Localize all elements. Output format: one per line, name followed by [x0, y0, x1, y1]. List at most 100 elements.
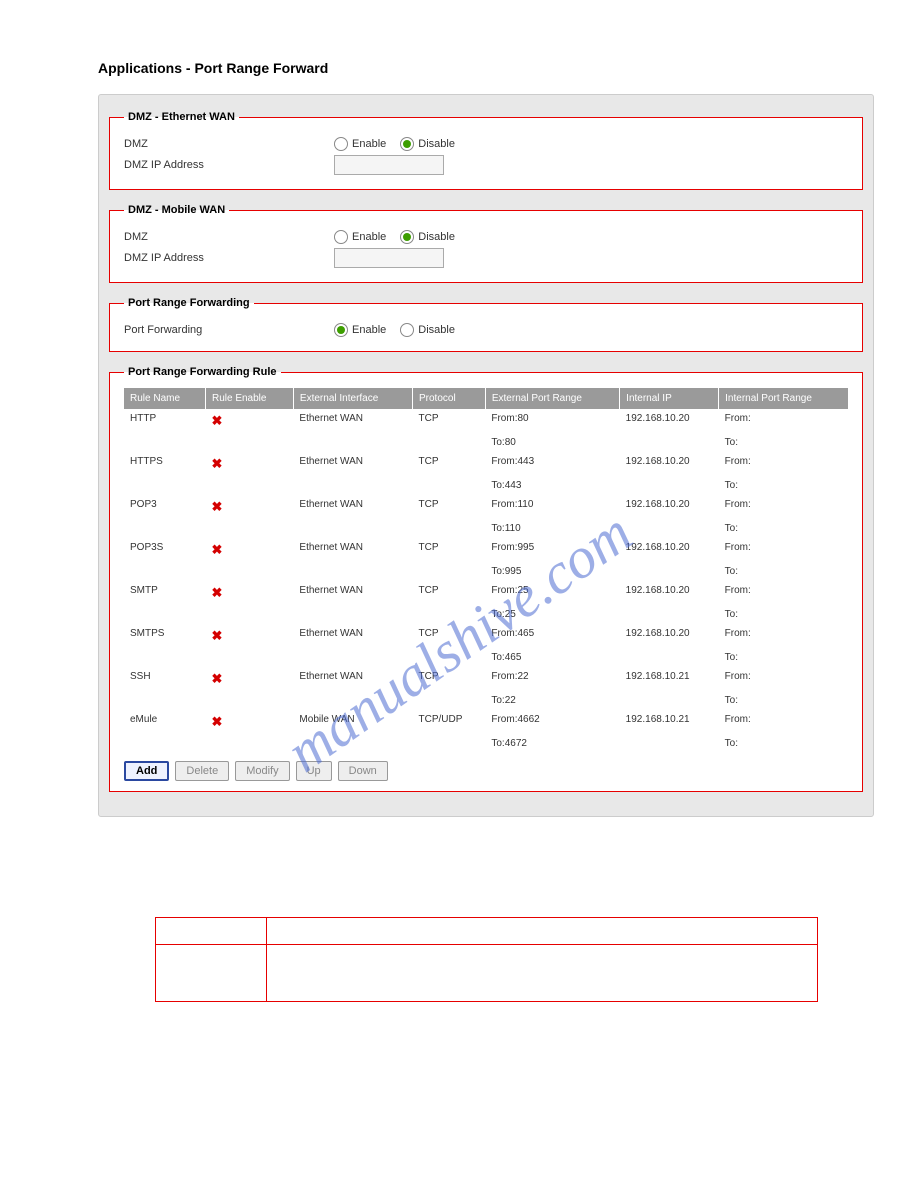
- dmz-mob-disable-radio[interactable]: Disable: [400, 230, 455, 244]
- cell-int-from: From:: [719, 667, 848, 691]
- col-rule-name: Rule Name: [124, 388, 205, 409]
- fieldset-dmz-ethernet: DMZ - Ethernet WAN DMZ Enable Disable DM…: [109, 111, 863, 190]
- pfw-disable-radio[interactable]: Disable: [400, 323, 455, 337]
- cell-internal-ip: 192.168.10.21: [620, 710, 719, 734]
- modify-button[interactable]: Modify: [235, 761, 289, 781]
- dmz-mob-enable-radio[interactable]: Enable: [334, 230, 386, 244]
- cell-internal-ip: 192.168.10.20: [620, 409, 719, 433]
- radio-icon: [334, 323, 348, 337]
- table-row-sub: To:995To:: [124, 562, 848, 581]
- cross-icon: ✖: [211, 585, 222, 600]
- cell-iface: Mobile WAN: [293, 710, 412, 734]
- down-button[interactable]: Down: [338, 761, 388, 781]
- cell-internal-ip: 192.168.10.20: [620, 581, 719, 605]
- cell-ext-from: From:110: [485, 495, 619, 519]
- dmz-mob-ip-label: DMZ IP Address: [124, 252, 334, 264]
- settings-panel: DMZ - Ethernet WAN DMZ Enable Disable DM…: [98, 94, 874, 817]
- up-button[interactable]: Up: [296, 761, 332, 781]
- table-row-sub: To:110To:: [124, 519, 848, 538]
- cell-rule-enable: ✖: [205, 710, 293, 734]
- cell-rule-name: SMTPS: [124, 624, 205, 648]
- cell-iface: Ethernet WAN: [293, 452, 412, 476]
- cell-int-to: To:: [719, 605, 848, 624]
- table-row[interactable]: SMTP ✖ Ethernet WANTCPFrom:25192.168.10.20…: [124, 581, 848, 605]
- rules-table: Rule Name Rule Enable External Interface…: [124, 388, 848, 753]
- cell-int-from: From:: [719, 624, 848, 648]
- cell-ext-to: To:4672: [485, 734, 619, 753]
- cross-icon: ✖: [211, 714, 222, 729]
- cell-ext-from: From:22: [485, 667, 619, 691]
- radio-label: Enable: [352, 231, 386, 243]
- cross-icon: ✖: [211, 542, 222, 557]
- cell-rule-name: SSH: [124, 667, 205, 691]
- cross-icon: ✖: [211, 628, 222, 643]
- radio-label: Enable: [352, 138, 386, 150]
- cross-icon: ✖: [211, 671, 222, 686]
- cell-int-to: To:: [719, 734, 848, 753]
- radio-icon: [400, 323, 414, 337]
- pfw-enable-radio[interactable]: Enable: [334, 323, 386, 337]
- cell-internal-ip: 192.168.10.20: [620, 624, 719, 648]
- cell-internal-ip: 192.168.10.20: [620, 538, 719, 562]
- col-iface: External Interface: [293, 388, 412, 409]
- delete-button[interactable]: Delete: [175, 761, 229, 781]
- table-row[interactable]: SMTPS✖Ethernet WANTCPFrom:465192.168.10.…: [124, 624, 848, 648]
- cell-int-from: From:: [719, 452, 848, 476]
- cell-iface: Ethernet WAN: [293, 581, 412, 605]
- cell-rule-enable: ✖: [205, 409, 293, 433]
- cell-int-to: To:: [719, 519, 848, 538]
- cell-protocol: TCP: [413, 538, 486, 562]
- cell-ext-from: From:443: [485, 452, 619, 476]
- cell-ext-to: To:22: [485, 691, 619, 710]
- cell-rule-name: eMule: [124, 710, 205, 734]
- add-button[interactable]: Add: [124, 761, 169, 781]
- table-row[interactable]: HTTP✖Ethernet WANTCPFrom:80192.168.10.20…: [124, 409, 848, 433]
- dmz-mob-label: DMZ: [124, 231, 334, 243]
- info-table: [155, 917, 818, 1002]
- table-row[interactable]: POP3✖Ethernet WANTCPFrom:110192.168.10.2…: [124, 495, 848, 519]
- dmz-eth-disable-radio[interactable]: Disable: [400, 137, 455, 151]
- cell-protocol: TCP: [413, 452, 486, 476]
- col-protocol: Protocol: [413, 388, 486, 409]
- table-row[interactable]: SSH✖Ethernet WANTCPFrom:22192.168.10.21F…: [124, 667, 848, 691]
- dmz-eth-enable-radio[interactable]: Enable: [334, 137, 386, 151]
- cell-protocol: TCP: [413, 409, 486, 433]
- page-title: Applications - Port Range Forward: [98, 60, 898, 76]
- cell-rule-enable: ✖: [205, 667, 293, 691]
- legend-port-forwarding: Port Range Forwarding: [124, 297, 254, 309]
- cell-ext-from: From:25: [485, 581, 619, 605]
- cell-int-from: From:: [719, 495, 848, 519]
- fieldset-port-forwarding: Port Range Forwarding Port Forwarding En…: [109, 297, 863, 352]
- legend-dmz-mobile: DMZ - Mobile WAN: [124, 204, 229, 216]
- cell-int-to: To:: [719, 691, 848, 710]
- table-row[interactable]: HTTPS✖Ethernet WANTCPFrom:443192.168.10.…: [124, 452, 848, 476]
- radio-icon: [334, 137, 348, 151]
- cell-rule-enable: ✖: [205, 538, 293, 562]
- cell-rule-name: SMTP: [124, 581, 205, 605]
- fieldset-rules: Port Range Forwarding Rule Rule Name Rul…: [109, 366, 863, 792]
- cell-rule-name: POP3: [124, 495, 205, 519]
- cell-ext-to: To:25: [485, 605, 619, 624]
- cell-ext-from: From:465: [485, 624, 619, 648]
- cell-protocol: TCP/UDP: [413, 710, 486, 734]
- cell-int-to: To:: [719, 433, 848, 452]
- legend-rules: Port Range Forwarding Rule: [124, 366, 281, 378]
- radio-label: Enable: [352, 324, 386, 336]
- cell-rule-name: HTTP: [124, 409, 205, 433]
- fieldset-dmz-mobile: DMZ - Mobile WAN DMZ Enable Disable DMZ …: [109, 204, 863, 283]
- cell-rule-name: POP3S: [124, 538, 205, 562]
- cell-ext-from: From:4662: [485, 710, 619, 734]
- cross-icon: ✖: [211, 499, 222, 514]
- dmz-eth-ip-input[interactable]: [334, 155, 444, 175]
- col-ext-range: External Port Range: [485, 388, 619, 409]
- table-row-sub: To:25 To:: [124, 605, 848, 624]
- cell-rule-name: HTTPS: [124, 452, 205, 476]
- cell-int-from: From:: [719, 581, 848, 605]
- dmz-mob-ip-input[interactable]: [334, 248, 444, 268]
- cell-iface: Ethernet WAN: [293, 538, 412, 562]
- table-row[interactable]: eMule ✖ Mobile WANTCP/UDPFrom:4662192.168.…: [124, 710, 848, 734]
- cell-rule-enable: ✖: [205, 495, 293, 519]
- cell-ext-to: To:80: [485, 433, 619, 452]
- table-row[interactable]: POP3S✖Ethernet WANTCPFrom:995192.168.10.…: [124, 538, 848, 562]
- cell-protocol: TCP: [413, 581, 486, 605]
